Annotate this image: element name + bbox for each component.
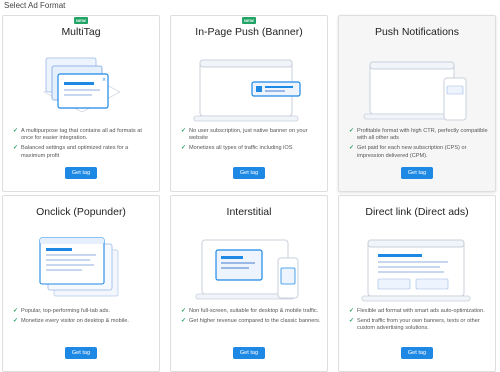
check-icon: ✓	[349, 145, 355, 152]
card-title: Direct link (Direct ads)	[365, 206, 469, 218]
page-heading: Select Ad Format	[4, 1, 66, 10]
check-icon: ✓	[349, 308, 355, 314]
card-interstitial[interactable]: Interstitial ✓ Non full-screen, suitable …	[170, 195, 328, 372]
direct-link-illustration-icon	[361, 239, 471, 302]
card-onclick[interactable]: Onclick (Popunder) ✓ Popular, top-perform…	[2, 195, 160, 372]
get-tag-button[interactable]: Get tag	[401, 347, 433, 359]
feature-item: ✓ Flexible ad format with smart ads auto-…	[349, 308, 485, 314]
feature-item: ✓ Monetize every visitor on desktop & mob…	[13, 318, 129, 325]
feature-item: ✓ Profitable format with high CTR, perfec…	[349, 128, 488, 142]
feature-item: ✓ Balanced settings and optimized rates f…	[13, 145, 129, 159]
feature-item: ✓ Send traffic from your own banners, tex…	[349, 318, 480, 332]
multitag-illustration-icon: ×	[43, 57, 121, 113]
card-multitag[interactable]: NEW MultiTag × ✓ A multipurpose tag that …	[2, 15, 160, 192]
card-title: Push Notifications	[374, 26, 460, 38]
card-title: Onclick (Popunder)	[36, 206, 126, 218]
check-icon: ✓	[349, 318, 355, 325]
check-icon: ✓	[349, 128, 355, 134]
feature-item: ✓ A multipurpose tag that contains all ad…	[13, 128, 142, 142]
new-badge: NEW	[242, 17, 256, 24]
get-tag-button[interactable]: Get tag	[233, 347, 265, 359]
check-icon: ✓	[181, 145, 187, 152]
check-icon: ✓	[181, 308, 187, 314]
get-tag-button[interactable]: Get tag	[233, 167, 265, 179]
interstitial-illustration-icon	[195, 239, 299, 300]
feature-item: ✓ No user subscription, just native banne…	[181, 128, 308, 142]
new-badge: NEW	[74, 17, 88, 24]
card-push-notifications[interactable]: Push Notifications ✓ Profitable format wi…	[338, 15, 496, 192]
check-icon: ✓	[181, 128, 187, 134]
get-tag-button[interactable]: Get tag	[65, 167, 97, 179]
feature-item: ✓ Monetizes all types of traffic includin…	[181, 145, 293, 152]
onclick-illustration-icon	[39, 237, 119, 297]
feature-item: ✓ Popular, top-performing full-tab ads.	[13, 308, 110, 314]
feature-item: ✓ Non full-screen, suitable for desktop &…	[181, 308, 319, 314]
card-title: MultiTag	[61, 26, 101, 38]
check-icon: ✓	[181, 318, 187, 325]
card-title: In-Page Push (Banner)	[195, 26, 303, 38]
svg-text:×: ×	[102, 77, 106, 83]
check-icon: ✓	[13, 128, 19, 134]
feature-item: ✓ Get paid for each new subscription (CPS…	[349, 145, 467, 159]
push-notifications-illustration-icon	[363, 61, 467, 121]
get-tag-button[interactable]: Get tag	[65, 347, 97, 359]
in-page-push-illustration-icon	[193, 59, 301, 122]
feature-item: ✓ Get higher revenue compared to the clas…	[181, 318, 321, 325]
check-icon: ✓	[13, 308, 19, 314]
card-title: Interstitial	[226, 206, 272, 218]
get-tag-button[interactable]: Get tag	[401, 167, 433, 179]
card-direct-link[interactable]: Direct link (Direct ads) ✓ Flexible ad fo…	[338, 195, 496, 372]
card-in-page-push[interactable]: NEW In-Page Push (Banner) ✓ No user subsc…	[170, 15, 328, 192]
check-icon: ✓	[13, 145, 19, 152]
check-icon: ✓	[13, 318, 19, 325]
